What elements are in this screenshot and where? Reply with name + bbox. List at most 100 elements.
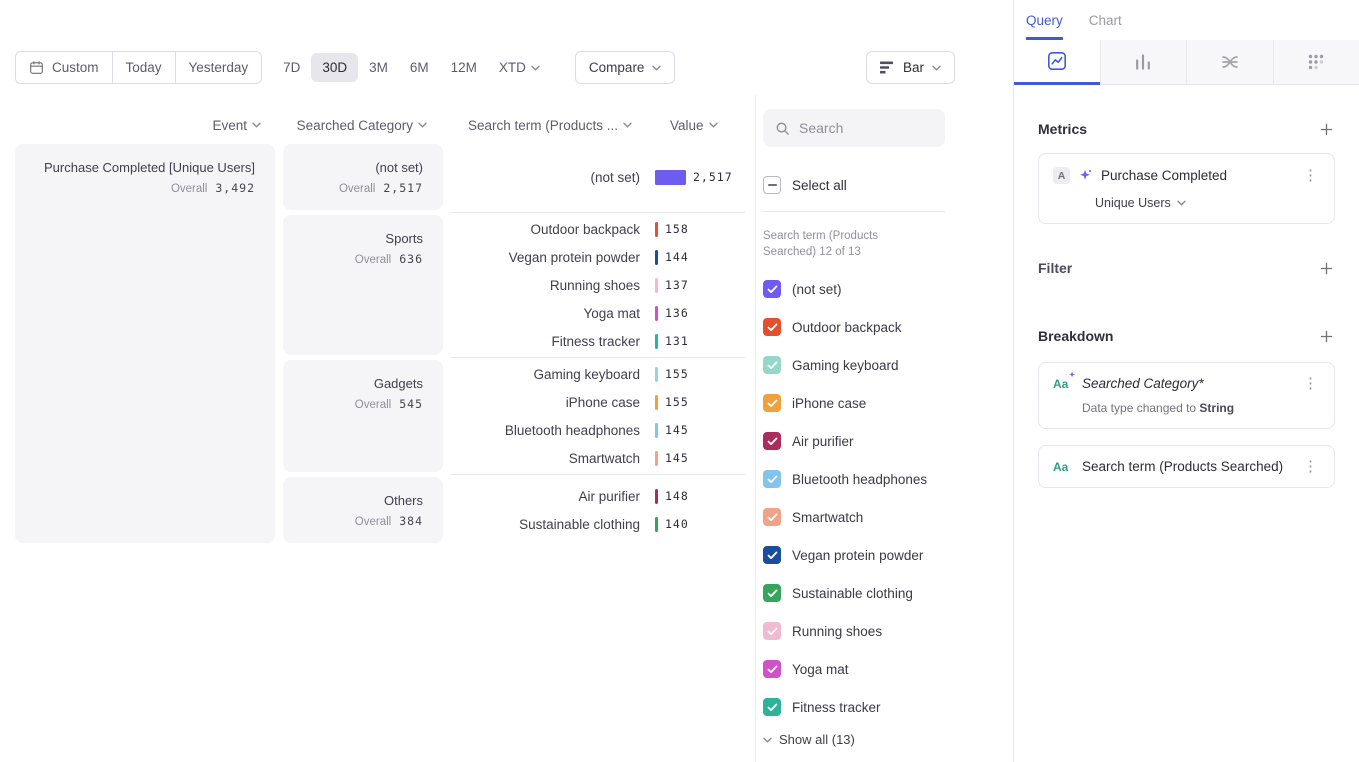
column-header-event[interactable]: Event [15,118,275,133]
legend-item[interactable]: Running shoes [763,612,945,650]
legend-item[interactable]: Air purifier [763,422,945,460]
legend-item[interactable]: Yoga mat [763,650,945,688]
value-bar [655,334,658,349]
legend-item[interactable]: Sustainable clothing [763,574,945,612]
range-30d-button[interactable]: 30D [311,53,358,82]
tab-retention[interactable] [1273,40,1359,85]
add-filter-button[interactable] [1318,260,1335,277]
range-xtd-button[interactable]: XTD [488,53,551,82]
value-bar [655,517,658,532]
data-row[interactable]: (not set)2,517 [443,163,733,191]
data-row[interactable]: Air purifier148 [443,482,689,510]
compare-button[interactable]: Compare [575,51,676,84]
breakdown-menu-button[interactable]: ⋮ [1301,376,1320,391]
search-term-label: Bluetooth headphones [443,423,640,438]
tab-query[interactable]: Query [1026,0,1063,40]
value-bar [655,306,658,321]
string-type-icon: Aa [1053,460,1073,474]
legend-item[interactable]: Gaming keyboard [763,346,945,384]
value-cell: 155 [655,367,689,382]
add-metric-button[interactable] [1318,121,1335,138]
legend-list: (not set)Outdoor backpackGaming keyboard… [763,270,945,726]
checked-checkbox[interactable] [763,508,781,526]
range-12m-button[interactable]: 12M [440,53,488,82]
legend-item[interactable]: Outdoor backpack [763,308,945,346]
value-rows: Air purifier148Sustainable clothing140 [443,477,689,543]
range-6m-button[interactable]: 6M [399,53,440,82]
value-cell: 131 [655,334,689,349]
legend-item[interactable]: Fitness tracker [763,688,945,726]
value-cell: 148 [655,489,689,504]
checked-checkbox[interactable] [763,318,781,336]
data-row[interactable]: Gaming keyboard155 [443,360,689,388]
checked-checkbox[interactable] [763,546,781,564]
data-row[interactable]: Outdoor backpack158 [443,215,689,243]
chevron-down-icon [932,65,941,71]
search-input[interactable] [799,120,933,136]
checked-checkbox[interactable] [763,432,781,450]
column-header-value[interactable]: Value [640,118,718,133]
data-row[interactable]: Sustainable clothing140 [443,510,689,538]
tab-flows[interactable] [1186,40,1273,85]
column-header-searched-category[interactable]: Searched Category [283,118,443,133]
category-cell: SportsOverall636 [283,215,443,355]
range-3m-button[interactable]: 3M [358,53,399,82]
chart-type-button[interactable]: Bar [866,51,955,84]
checked-checkbox[interactable] [763,356,781,374]
data-row[interactable]: Smartwatch145 [443,444,689,472]
range-7d-button[interactable]: 7D [272,53,311,82]
show-all-button[interactable]: Show all (13) [763,732,945,747]
category-cell: OthersOverall384 [283,477,443,543]
data-row[interactable]: Bluetooth headphones145 [443,416,689,444]
filter-title: Filter [1038,260,1072,276]
value-rows: Outdoor backpack158 Vegan protein powder 1… [443,215,689,355]
legend-item[interactable]: iPhone case [763,384,945,422]
column-header-search-term[interactable]: Search term (Products ... [443,118,640,133]
measure-dropdown[interactable]: Unique Users [1053,196,1320,210]
query-builder: Metrics A Purchase Completed ⋮ Unique Us… [1014,85,1359,488]
yesterday-button[interactable]: Yesterday [176,52,262,83]
legend-item[interactable]: Smartwatch [763,498,945,536]
metric-event-name: Purchase Completed [1101,168,1292,183]
checked-checkbox[interactable] [763,394,781,412]
tab-funnels[interactable] [1100,40,1187,85]
add-breakdown-button[interactable] [1318,328,1335,345]
tab-chart[interactable]: Chart [1089,0,1122,40]
range-buttons: 7D30D3M6M12MXTD [272,53,551,82]
checked-checkbox[interactable] [763,280,781,298]
tab-insights[interactable] [1014,40,1100,85]
indeterminate-checkbox-icon [763,176,781,194]
data-row[interactable]: Fitness tracker131 [443,327,689,355]
checked-checkbox[interactable] [763,622,781,640]
legend-item[interactable]: (not set) [763,270,945,308]
query-sidebar: Query Chart [1013,0,1359,762]
legend-item[interactable]: Bluetooth headphones [763,460,945,498]
table-header-row: Event Searched Category Search term (Pro… [15,115,718,135]
value-bar [655,423,658,438]
legend-label: Bluetooth headphones [792,472,927,487]
value-cell: 144 [655,250,689,265]
today-button[interactable]: Today [113,52,176,83]
data-row[interactable]: Yoga mat136 [443,299,689,327]
breakdown-card-search-term[interactable]: Aa Search term (Products Searched) ⋮ [1038,445,1335,488]
breakdown-card-searched-category[interactable]: Aa✦ Searched Category* ⋮ Data type chang… [1038,362,1335,429]
checked-checkbox[interactable] [763,660,781,678]
data-row[interactable]: Running shoes137 [443,271,689,299]
filter-section-header: Filter [1038,258,1335,278]
value-label: 2,517 [693,170,733,184]
select-all-toggle[interactable]: Select all [763,171,945,199]
metric-menu-button[interactable]: ⋮ [1301,168,1320,183]
checked-checkbox[interactable] [763,698,781,716]
breakdown-menu-button[interactable]: ⋮ [1301,459,1320,474]
data-row[interactable]: Vegan protein powder 144 [443,243,689,271]
data-row[interactable]: iPhone case155 [443,388,689,416]
search-term-label: Running shoes [443,278,640,293]
legend-item[interactable]: Vegan protein powder [763,536,945,574]
checked-checkbox[interactable] [763,470,781,488]
custom-date-button[interactable]: Custom [16,52,113,83]
sidebar-tabs: Query Chart [1014,0,1359,40]
checked-checkbox[interactable] [763,584,781,602]
search-term-label: Vegan protein powder [443,250,640,265]
value-bar [655,367,658,382]
metric-card[interactable]: A Purchase Completed ⋮ Unique Users [1038,153,1335,224]
